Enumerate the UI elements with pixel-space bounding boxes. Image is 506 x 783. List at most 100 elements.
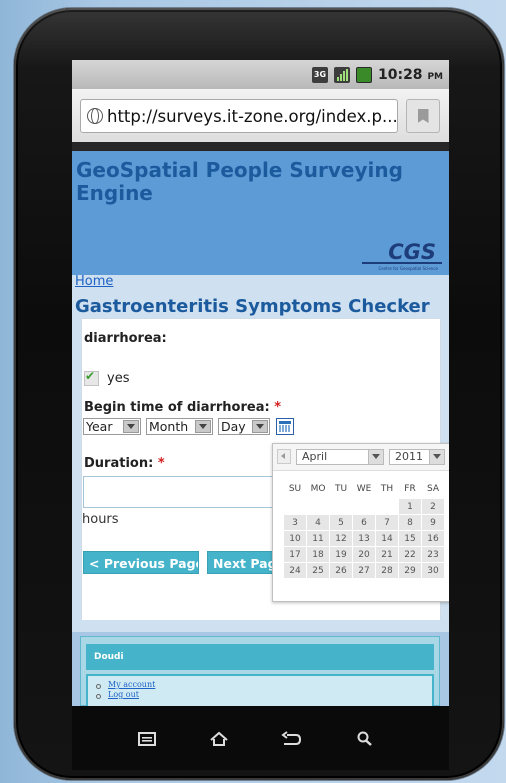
calendar-day[interactable]: 28 (375, 562, 399, 579)
back-icon[interactable] (280, 730, 302, 748)
required-marker: * (157, 456, 165, 471)
weekday-row: SU MO TU WE TH FR SA (284, 480, 445, 499)
month-select-value: Month (149, 419, 189, 434)
calendar-day[interactable]: 2 (421, 498, 445, 515)
calendar-day[interactable]: 19 (329, 546, 353, 563)
calendar-empty-cell (330, 499, 353, 515)
calendar-day[interactable]: 6 (352, 514, 376, 531)
calendar-day[interactable]: 5 (329, 514, 353, 531)
year-dropdown[interactable]: 2011 (389, 449, 445, 465)
calendar-empty-cell (307, 499, 330, 515)
calendar-icon[interactable] (276, 418, 294, 435)
calendar-week-row: 17 18 19 20 21 22 23 (283, 546, 445, 563)
list-bullet (96, 694, 101, 699)
globe-icon (87, 108, 103, 124)
question-begin-time-label: Begin time of diarrhorea: * (84, 400, 281, 415)
logo-underline (362, 262, 442, 264)
calendar-day[interactable]: 16 (421, 530, 445, 547)
calendar-day[interactable]: 15 (398, 530, 422, 547)
year-dropdown-value: 2011 (395, 450, 423, 463)
weekday-label: MO (310, 484, 326, 495)
android-nav-bar (72, 706, 449, 770)
month-dropdown[interactable]: April (296, 449, 384, 465)
next-page-button[interactable]: Next Pag (207, 551, 275, 574)
weekday-label: TH (380, 484, 394, 495)
calendar-day[interactable]: 22 (398, 546, 422, 563)
duration-input[interactable] (83, 476, 291, 508)
calendar-day[interactable]: 25 (306, 562, 330, 579)
logo-subtext: Centre for Geospatial Science (378, 266, 438, 271)
required-marker: * (274, 400, 282, 415)
prev-month-button[interactable] (277, 449, 291, 464)
list-bullet (96, 684, 101, 689)
url-text: http://surveys.it-zone.org/index.p... (107, 106, 398, 126)
begin-time-text: Begin time of diarrhorea: (84, 400, 270, 415)
calendar-day[interactable]: 14 (375, 530, 399, 547)
signal-strength-icon (333, 66, 350, 83)
calendar-day[interactable]: 20 (352, 546, 376, 563)
menu-icon[interactable] (136, 730, 158, 748)
calendar-empty-cell (284, 499, 307, 515)
calendar-week-row: 24 25 26 27 28 29 30 (283, 562, 445, 579)
site-title: GeoSpatial People Surveying Engine (76, 158, 403, 205)
bookmark-icon (417, 109, 429, 123)
calendar-day[interactable]: 13 (352, 530, 376, 547)
previous-page-button[interactable]: < Previous Page (83, 551, 199, 574)
calendar-day[interactable]: 23 (421, 546, 445, 563)
url-field[interactable]: http://surveys.it-zone.org/index.p... (80, 99, 398, 133)
option-yes-row[interactable]: yes (84, 369, 130, 386)
calendar-day[interactable]: 8 (398, 514, 422, 531)
battery-icon (355, 66, 372, 83)
calendar-day[interactable]: 12 (329, 530, 353, 547)
yes-option-label: yes (107, 371, 130, 386)
search-icon[interactable] (354, 730, 376, 748)
calendar-day[interactable]: 9 (421, 514, 445, 531)
chevron-down-icon (429, 450, 444, 464)
year-select[interactable]: Year (83, 418, 141, 435)
bookmark-button[interactable] (406, 99, 440, 133)
weekday-label: SA (426, 484, 440, 494)
my-account-link[interactable]: My account (108, 680, 155, 689)
weekday-label: WE (356, 484, 372, 495)
user-block-title: Doudi (86, 644, 434, 670)
chevron-down-icon (195, 420, 211, 433)
month-select[interactable]: Month (146, 418, 213, 435)
weekday-label: SU (288, 484, 302, 495)
year-select-value: Year (86, 419, 113, 434)
network-3g-icon: 3G (311, 66, 328, 83)
calendar-day[interactable]: 10 (283, 530, 307, 547)
date-picker-header: April 2011 (273, 444, 449, 471)
calendar-day[interactable]: 11 (306, 530, 330, 547)
chevron-down-icon (252, 420, 268, 433)
day-select[interactable]: Day (218, 418, 270, 435)
question-duration-label: Duration: * (84, 456, 165, 471)
browser-toolbar: http://surveys.it-zone.org/index.p... (72, 89, 449, 143)
calendar-week-row: 3456789 (283, 514, 445, 531)
user-links: My account Log out (86, 674, 434, 706)
month-dropdown-value: April (302, 450, 328, 463)
calendar-day[interactable]: 7 (375, 514, 399, 531)
calendar-week-row: 12 (284, 498, 445, 515)
home-icon[interactable] (208, 730, 230, 748)
chevron-down-icon (368, 450, 383, 464)
breadcrumb-home-link[interactable]: Home (75, 274, 113, 289)
cgs-logo[interactable]: CGS Centre for Geospatial Science (360, 237, 446, 273)
calendar-day[interactable]: 30 (421, 562, 445, 579)
calendar-day[interactable]: 21 (375, 546, 399, 563)
calendar-day[interactable]: 4 (306, 514, 330, 531)
yes-checkbox[interactable] (84, 369, 99, 386)
day-select-value: Day (221, 419, 246, 434)
calendar-week-row: 10 11 12 13 14 15 16 (283, 530, 445, 547)
duration-unit-label: hours (82, 512, 119, 527)
calendar-day[interactable]: 18 (306, 546, 330, 563)
calendar-day[interactable]: 27 (352, 562, 376, 579)
calendar-day[interactable]: 26 (329, 562, 353, 579)
page-title: Gastroenteritis Symptoms Checker (75, 296, 430, 317)
calendar-day[interactable]: 3 (283, 514, 307, 531)
calendar-day[interactable]: 17 (283, 546, 307, 563)
calendar-day[interactable]: 29 (398, 562, 422, 579)
calendar-day[interactable]: 24 (283, 562, 307, 579)
question-diarrhorea-label: diarrhorea: (84, 331, 167, 346)
calendar-day[interactable]: 1 (398, 498, 422, 515)
log-out-link[interactable]: Log out (108, 690, 139, 699)
